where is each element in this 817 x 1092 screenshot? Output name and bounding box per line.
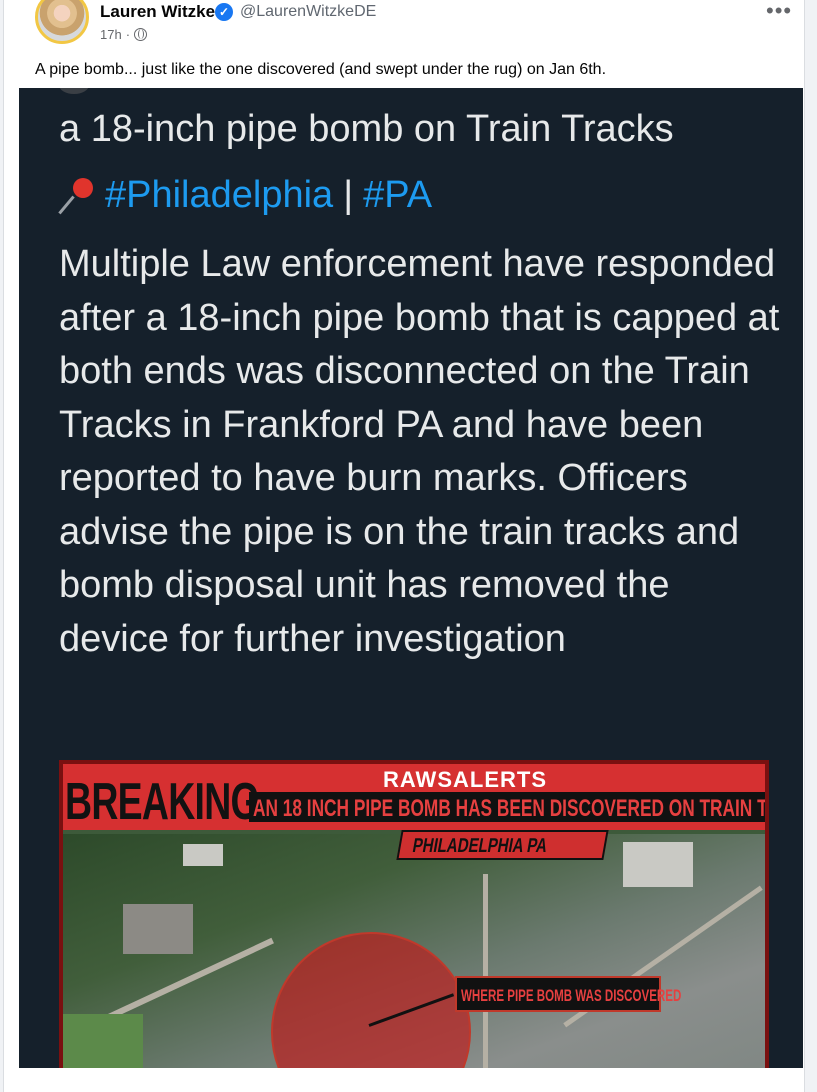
author-handle[interactable]: @LaurenWitzkeDE <box>240 3 376 21</box>
avatar[interactable] <box>33 0 91 48</box>
verified-badge-icon: ✓ <box>215 3 233 21</box>
breaking-word: BREAKING <box>65 773 260 831</box>
globe-icon[interactable] <box>134 28 148 41</box>
media-bottom-strip <box>19 1068 803 1092</box>
post-image[interactable]: a 18-inch pipe bomb on Train Tracks #Phi… <box>19 88 803 1068</box>
map-building <box>183 844 223 866</box>
post-timestamp[interactable]: 17h <box>100 27 122 42</box>
post-meta: 17h · <box>100 27 148 42</box>
cropped-avatar-sliver <box>59 88 89 94</box>
tweet-title: a 18-inch pipe bomb on Train Tracks <box>59 108 674 150</box>
map-label: WHERE PIPE BOMB WAS DISCOVERED <box>461 986 682 1005</box>
breaking-headline: AN 18 INCH PIPE BOMB HAS BEEN DISCOVERED… <box>253 795 768 822</box>
avatar-image <box>35 0 89 44</box>
hashtag-divider: | <box>343 174 354 216</box>
location-label: PHILADELPHIA PA <box>410 835 549 857</box>
hashtag-city: #Philadelphia <box>105 174 334 216</box>
post-card: Lauren Witzke ✓ @LaurenWitzkeDE 17h · ••… <box>3 0 805 1092</box>
map-road <box>483 874 488 1068</box>
meta-separator: · <box>125 27 131 42</box>
post-text: A pipe bomb... just like the one discove… <box>35 61 607 78</box>
map-field <box>63 1014 143 1068</box>
hashtag-state: #PA <box>363 174 433 216</box>
map-building <box>623 842 693 887</box>
brand-logo: RAWSALERTS <box>383 767 547 792</box>
more-options-icon[interactable]: ••• <box>766 0 792 22</box>
pushpin-icon <box>59 176 99 216</box>
tweet-body: Multiple Law enforcement have responded … <box>59 243 780 660</box>
map-building <box>123 904 193 954</box>
location-tag: PHILADELPHIA PA <box>396 830 609 860</box>
author-name[interactable]: Lauren Witzke <box>100 2 215 22</box>
tweet-hashtags: #Philadelphia | #PA <box>59 174 432 217</box>
breaking-news-graphic: BREAKING RAWSALERTS AN 18 INCH PIPE BOMB… <box>59 760 769 1068</box>
